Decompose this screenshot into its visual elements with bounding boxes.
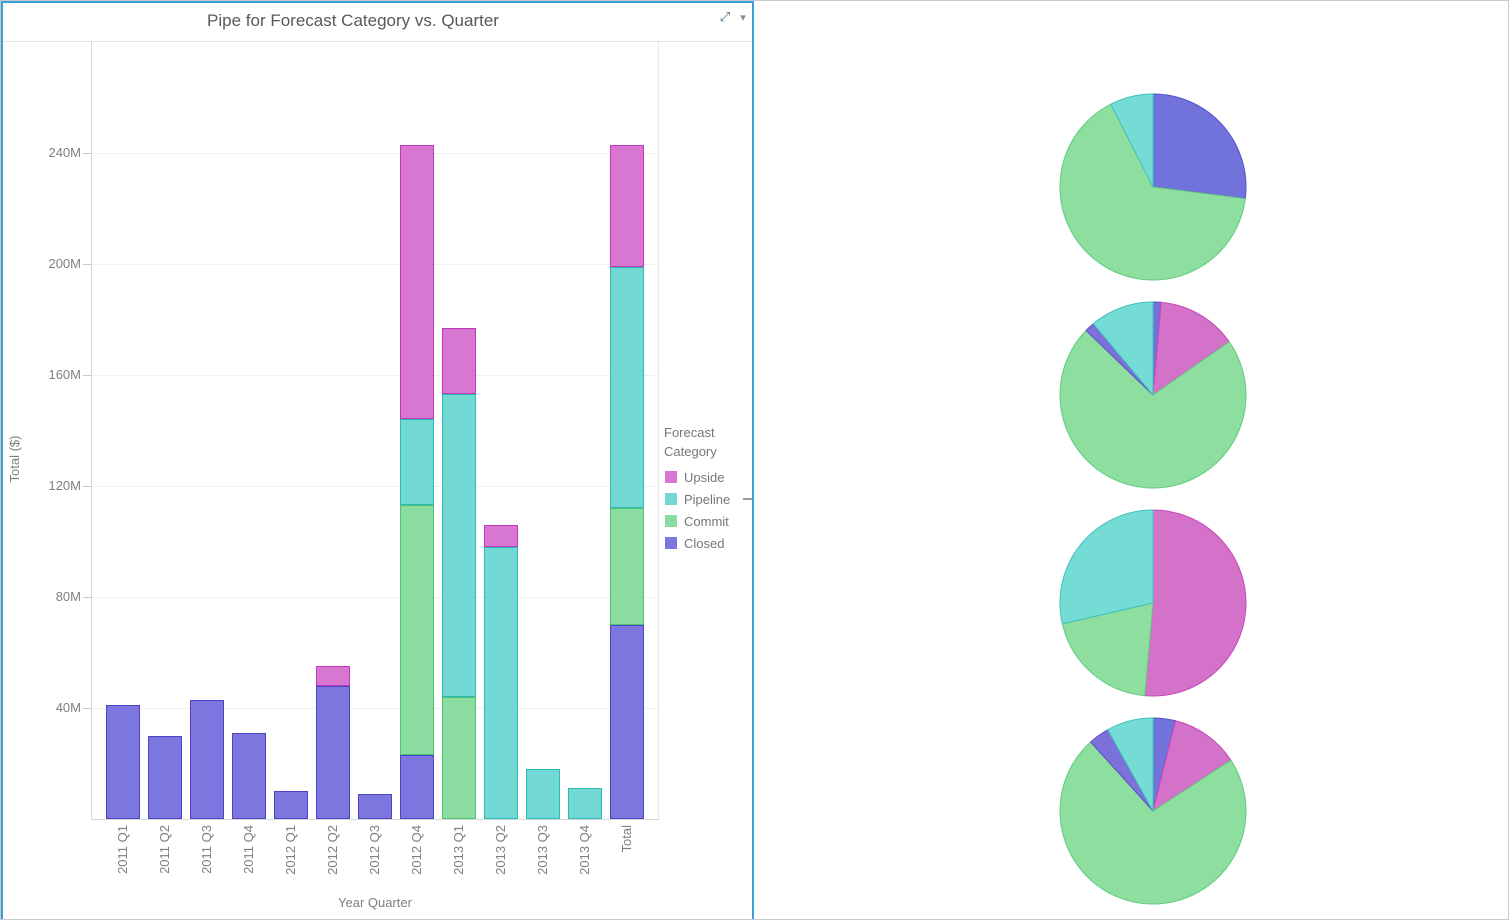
y-axis-title: Total ($): [7, 399, 23, 519]
bar-segment-closed-2011-q2[interactable]: [148, 736, 182, 819]
pie-chart-latam: [1058, 508, 1248, 698]
pie-slice-dye-sub-apac[interactable]: [1153, 94, 1246, 199]
legend-item-label: Commit: [684, 514, 729, 529]
bar-segment-pipeline-total[interactable]: [610, 267, 644, 508]
bar-segment-pipeline-2013-q3[interactable]: [526, 769, 560, 819]
x-axis-title: Year Quarter: [91, 895, 659, 911]
legend-item-pipeline[interactable]: Pipeline: [665, 491, 730, 505]
legend-item-closed[interactable]: Closed: [665, 535, 724, 549]
bar-segment-commit-2013-q1[interactable]: [442, 697, 476, 819]
plot-right-border: [658, 41, 659, 819]
bar-segment-closed-2011-q3[interactable]: [190, 700, 224, 819]
bar-segment-commit-2012-q4[interactable]: [400, 505, 434, 755]
commit-swatch-icon: [665, 515, 677, 527]
gridline: [92, 597, 658, 598]
bar-legend-title-line2: Category: [664, 442, 717, 461]
x-tick-label: 2012 Q3: [368, 825, 382, 889]
x-tick-label: Total: [620, 825, 634, 889]
left-chart-title: Pipe for Forecast Category vs. Quarter: [3, 11, 703, 31]
bar-segment-closed-2011-q4[interactable]: [232, 733, 266, 819]
y-axis-tick: [83, 597, 91, 598]
x-tick-label: 2013 Q3: [536, 825, 550, 889]
gridline: [92, 708, 658, 709]
pie-chart-emea: [1058, 300, 1248, 490]
dashboard-canvas: Pipe for Forecast Category vs. Quarter ⤢…: [0, 0, 1509, 920]
y-tick-label: 80M: [21, 590, 81, 604]
bar-segment-closed-2012-q2[interactable]: [316, 686, 350, 819]
x-axis-line: [91, 819, 659, 820]
x-tick-label: 2011 Q2: [158, 825, 172, 889]
gridline: [92, 486, 658, 487]
panel-resize-handle[interactable]: [743, 498, 752, 500]
bar-legend-title-line1: Forecast: [664, 423, 715, 442]
pie-chart-nam: [1058, 716, 1248, 906]
bar-segment-upside-2013-q1[interactable]: [442, 328, 476, 395]
y-axis-tick: [83, 486, 91, 487]
legend-item-label: Pipeline: [684, 492, 730, 507]
y-axis-line: [91, 41, 92, 819]
legend-item-label: Upside: [684, 470, 724, 485]
x-tick-label: 2013 Q4: [578, 825, 592, 889]
y-tick-label: 160M: [21, 368, 81, 382]
upside-swatch-icon: [665, 471, 677, 483]
pipeline-swatch-icon: [665, 493, 677, 505]
right-chart-panel[interactable]: Product Coverage by Field Representative…: [754, 1, 1509, 920]
legend-item-label: Closed: [684, 536, 724, 551]
x-tick-label: 2012 Q2: [326, 825, 340, 889]
bar-segment-closed-2012-q1[interactable]: [274, 791, 308, 819]
legend-item-commit[interactable]: Commit: [665, 513, 729, 527]
bar-segment-closed-total[interactable]: [610, 625, 644, 819]
y-tick-label: 240M: [21, 146, 81, 160]
y-tick-label: 200M: [21, 257, 81, 271]
bar-segment-upside-2012-q4[interactable]: [400, 145, 434, 420]
y-axis-tick: [83, 264, 91, 265]
caret-down-icon[interactable]: ▾: [736, 11, 750, 25]
bar-segment-upside-2013-q2[interactable]: [484, 525, 518, 547]
closed-swatch-icon: [665, 537, 677, 549]
bar-segment-pipeline-2013-q4[interactable]: [568, 788, 602, 819]
gridline: [92, 153, 658, 154]
y-tick-label: 40M: [21, 701, 81, 715]
left-title-divider: [3, 41, 752, 42]
y-tick-label: 120M: [21, 479, 81, 493]
bar-segment-closed-2012-q3[interactable]: [358, 794, 392, 819]
x-tick-label: 2011 Q1: [116, 825, 130, 889]
x-tick-label: 2013 Q1: [452, 825, 466, 889]
bar-segment-closed-2011-q1[interactable]: [106, 705, 140, 819]
x-tick-label: 2013 Q2: [494, 825, 508, 889]
legend-item-upside[interactable]: Upside: [665, 469, 724, 483]
gridline: [92, 375, 658, 376]
y-axis-tick: [83, 375, 91, 376]
gridline: [92, 264, 658, 265]
bar-segment-closed-2012-q4[interactable]: [400, 755, 434, 819]
expand-icon[interactable]: ⤢: [717, 10, 733, 26]
pie-chart-apac: [1058, 92, 1248, 282]
x-tick-label: 2012 Q4: [410, 825, 424, 889]
bar-segment-upside-total[interactable]: [610, 145, 644, 267]
pie-slice-inkjet-latam[interactable]: [1145, 510, 1246, 696]
x-tick-label: 2011 Q3: [200, 825, 214, 889]
y-axis-tick: [83, 708, 91, 709]
bar-segment-pipeline-2012-q4[interactable]: [400, 419, 434, 505]
bar-segment-pipeline-2013-q1[interactable]: [442, 394, 476, 696]
left-chart-panel[interactable]: Pipe for Forecast Category vs. Quarter ⤢…: [1, 1, 754, 920]
bar-segment-pipeline-2013-q2[interactable]: [484, 547, 518, 819]
bar-segment-upside-2012-q2[interactable]: [316, 666, 350, 685]
bar-segment-commit-total[interactable]: [610, 508, 644, 625]
x-tick-label: 2012 Q1: [284, 825, 298, 889]
y-axis-tick: [83, 153, 91, 154]
x-tick-label: 2011 Q4: [242, 825, 256, 889]
